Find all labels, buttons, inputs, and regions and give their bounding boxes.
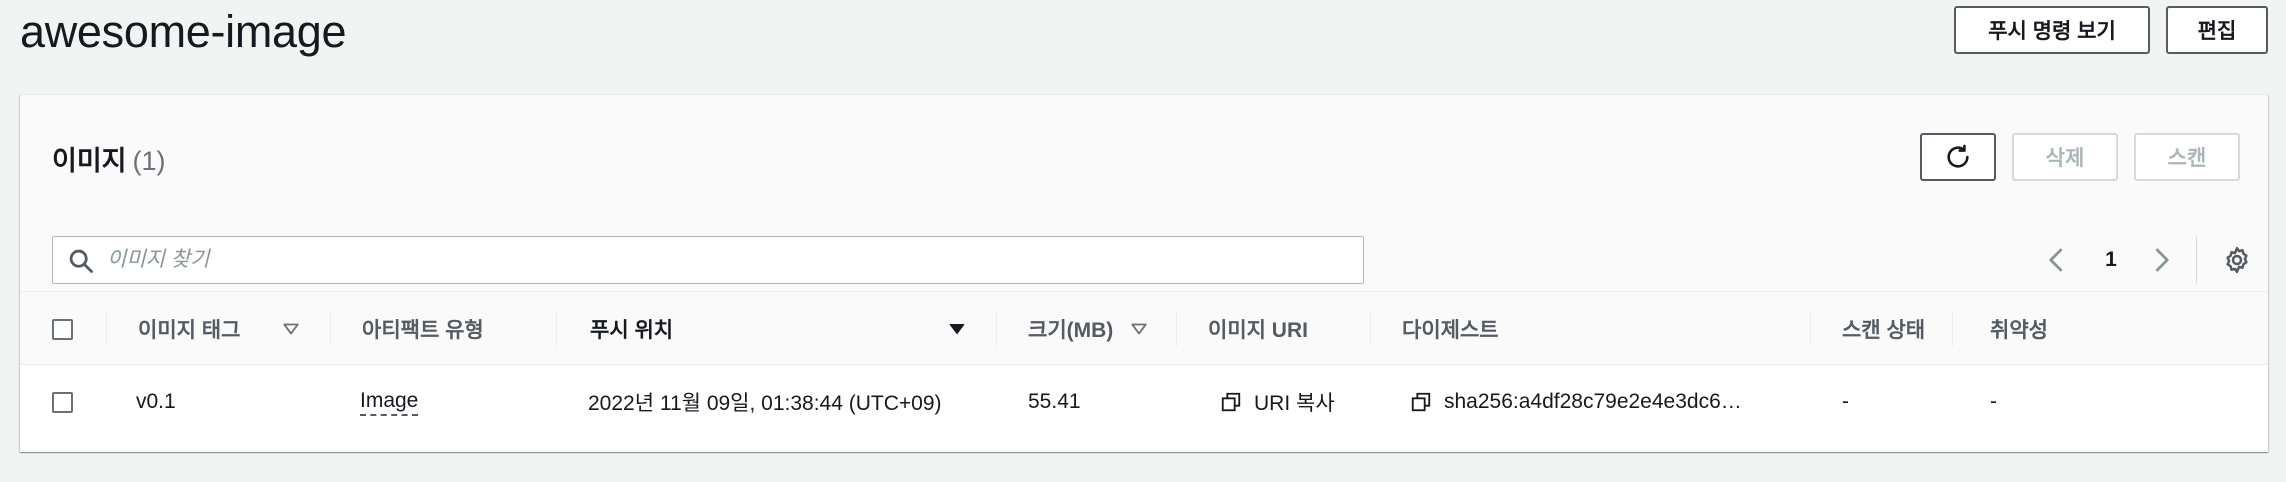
image-count: (1) [132,146,166,176]
chevron-right-icon[interactable] [2146,244,2176,276]
panel-title-text: 이미지 [52,146,127,176]
size-cell: 55.41 [1028,390,1081,413]
images-panel: 이미지(1) 삭제 스캔 1 이미지 태그 아 [20,94,2268,452]
page-title: awesome-image [20,6,347,57]
pushed-at-cell: 2022년 11월 09일, 01:38:44 (UTC+09) [588,392,942,415]
select-all-cell [52,292,73,366]
table-row: v0.1 Image 2022년 11월 09일, 01:38:44 (UTC+… [20,365,2268,439]
copy-digest-button[interactable]: sha256:a4df28c79e2e4e3dc6… [1410,365,1742,439]
column-separator [106,312,107,346]
artifact-type-value[interactable]: Image [360,389,419,416]
panel-title: 이미지 (1) [52,139,166,178]
copy-uri-label: URI 복사 [1254,392,1335,415]
row-checkbox[interactable] [52,391,73,413]
chevron-left-icon[interactable] [2042,244,2072,276]
copy-uri-button[interactable]: URI 복사 [1220,365,1335,439]
refresh-button[interactable] [1920,133,1996,181]
column-header-digest: 다이제스트 [1402,319,1499,342]
column-header-tag[interactable]: 이미지 태그 [138,292,240,366]
search-input[interactable] [107,238,1347,282]
digest-value: sha256:a4df28c79e2e4e3dc6… [1444,390,1742,413]
column-header-vulnerabilities: 취약성 [1990,319,2048,342]
sort-caret-outline-icon[interactable] [282,320,300,338]
sort-caret-outline-icon[interactable] [1130,320,1148,338]
scan-status-cell: - [1842,390,1849,413]
column-separator [1176,312,1177,346]
vulnerabilities-cell: - [1990,390,1997,413]
column-separator [1370,312,1371,346]
refresh-icon [1947,144,1969,168]
artifact-type-cell: Image [360,365,419,439]
select-all-checkbox[interactable] [52,318,73,340]
copy-icon [1221,392,1241,412]
column-header-artifact-type[interactable]: 아티팩트 유형 [362,292,484,366]
copy-icon [1411,392,1431,412]
search-icon [69,249,93,273]
delete-button[interactable]: 삭제 [2012,133,2118,181]
row-select-cell [52,365,73,439]
scan-button[interactable]: 스캔 [2134,133,2240,181]
sort-caret-filled-icon[interactable] [948,320,966,338]
column-separator [1952,312,1953,346]
gear-icon[interactable] [2222,245,2252,275]
column-separator [996,312,997,346]
edit-button[interactable]: 편집 [2166,6,2268,54]
search-box[interactable] [52,236,1364,284]
column-separator [556,312,557,346]
image-tag-link[interactable]: v0.1 [136,365,176,439]
column-header-scan-status: 스캔 상태 [1842,319,1926,342]
column-header-size[interactable]: 크기(MB) [1028,292,1113,366]
column-header-pushed-at[interactable]: 푸시 위치 [590,292,673,366]
column-separator [330,312,331,346]
current-page[interactable]: 1 [2096,243,2126,277]
column-header-uri: 이미지 URI [1208,319,1308,342]
view-push-commands-button[interactable]: 푸시 명령 보기 [1954,6,2150,54]
column-separator [1810,312,1811,346]
pager-divider [2196,237,2197,283]
table-header: 이미지 태그 아티팩트 유형 푸시 위치 크기(MB) 이미지 URI 다이제스… [20,291,2268,365]
